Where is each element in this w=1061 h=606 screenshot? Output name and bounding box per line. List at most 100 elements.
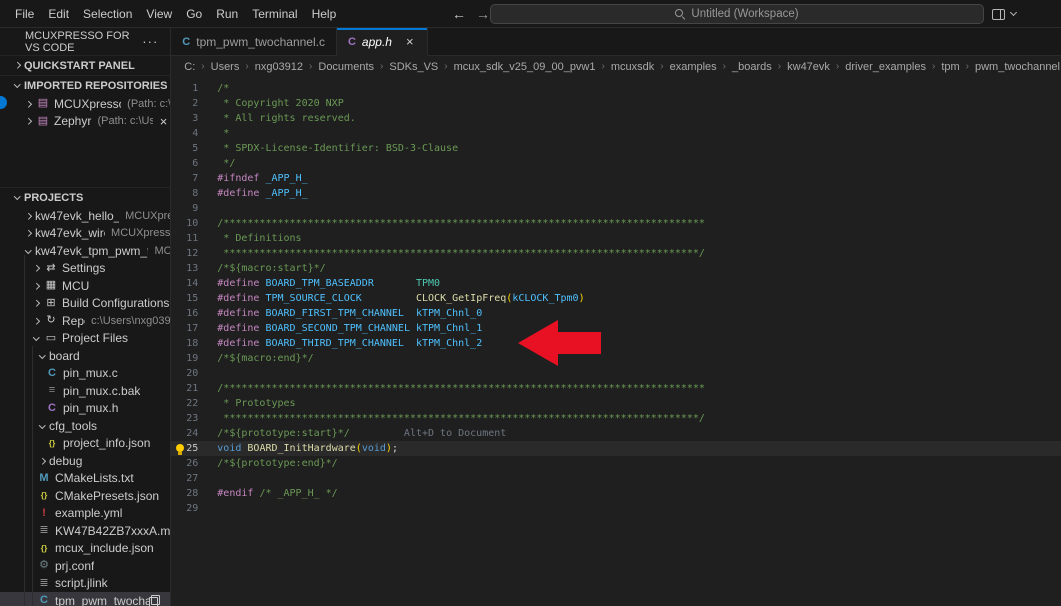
code-line-12[interactable]: 12 *************************************… (171, 246, 1061, 261)
breadcrumb-item[interactable]: kw47evk (786, 61, 831, 73)
tree-item-zephyr-repository[interactable]: ▤Zephyr Repository(Path: c:\Users\nxg039… (0, 113, 170, 131)
code-line-6[interactable]: 6 */ (171, 156, 1061, 171)
menu-item-terminal[interactable]: Terminal (245, 4, 304, 24)
lightbulb-icon[interactable] (176, 444, 184, 452)
breadcrumb-item[interactable]: pwm_twochannel (974, 61, 1061, 73)
tree-item-repository[interactable]: ↻Repositoryc:\Users\nxg03912\Documents\S… (0, 312, 170, 330)
tree-item-prj-conf[interactable]: ⚙prj.conf (0, 557, 170, 575)
code-line-1[interactable]: 1/* (171, 81, 1061, 96)
chevron-down-icon[interactable] (30, 337, 43, 340)
code-line-24[interactable]: 24/*${prototype:start}*/ Alt+D to Docume… (171, 426, 1061, 441)
chevron-down-icon[interactable] (36, 425, 49, 428)
chevron-right-icon[interactable] (22, 102, 35, 107)
menu-item-selection[interactable]: Selection (76, 4, 139, 24)
breadcrumb-item[interactable]: nxg03912 (254, 61, 304, 73)
breadcrumb-item[interactable]: C: (183, 61, 196, 73)
tree-item-build-configurations[interactable]: ⊞Build Configurations (0, 295, 170, 313)
code-line-21[interactable]: 21/*************************************… (171, 381, 1061, 396)
forward-arrow-icon[interactable]: → (476, 6, 490, 22)
breadcrumb-item[interactable]: _boards (731, 61, 773, 73)
tree-item-example-yml[interactable]: !example.yml (0, 505, 170, 523)
tree-item-project-info-json[interactable]: {}project_info.json (0, 435, 170, 453)
tree-item-pin-mux-c-bak[interactable]: ≡pin_mux.c.bak (0, 382, 170, 400)
section-imported-repositories[interactable]: IMPORTED REPOSITORIES (0, 75, 170, 95)
code-line-7[interactable]: 7#ifndef _APP_H_ (171, 171, 1061, 186)
code-line-4[interactable]: 4 * (171, 126, 1061, 141)
chevron-down-icon[interactable] (36, 355, 49, 358)
code-line-18[interactable]: 18#define BOARD_THIRD_TPM_CHANNEL kTPM_C… (171, 336, 1061, 351)
chevron-right-icon[interactable] (11, 63, 24, 68)
code-line-9[interactable]: 9 (171, 201, 1061, 216)
tree-item-board[interactable]: board (0, 347, 170, 365)
tree-item-cfg-tools[interactable]: cfg_tools (0, 417, 170, 435)
code-line-14[interactable]: 14#define BOARD_TPM_BASEADDR TPM0 (171, 276, 1061, 291)
menu-item-file[interactable]: File (8, 4, 41, 24)
tree-item-cmakepresets-json[interactable]: {}CMakePresets.json (0, 487, 170, 505)
breadcrumb-item[interactable]: driver_examples (844, 61, 927, 73)
section-quickstart-panel[interactable]: QUICKSTART PANEL (0, 55, 170, 75)
breadcrumb-item[interactable]: SDKs_VS (388, 61, 439, 73)
code-line-19[interactable]: 19/*${macro:end}*/ (171, 351, 1061, 366)
code-line-22[interactable]: 22 * Prototypes (171, 396, 1061, 411)
chevron-right-icon[interactable] (22, 119, 35, 124)
chevron-down-icon[interactable] (11, 196, 24, 199)
menu-item-go[interactable]: Go (179, 4, 209, 24)
code-line-10[interactable]: 10/*************************************… (171, 216, 1061, 231)
code-line-8[interactable]: 8#define _APP_H_ (171, 186, 1061, 201)
tab-app-h[interactable]: Capp.h× (337, 28, 428, 56)
chevron-right-icon[interactable] (36, 459, 49, 464)
menu-item-run[interactable]: Run (209, 4, 245, 24)
close-icon[interactable]: × (404, 34, 416, 49)
command-center-search[interactable]: Untitled (Workspace) (490, 4, 984, 24)
tree-item-project-files[interactable]: ▭Project Files (0, 330, 170, 348)
chevron-right-icon[interactable] (30, 266, 43, 271)
code-line-5[interactable]: 5 * SPDX-License-Identifier: BSD-3-Claus… (171, 141, 1061, 156)
code-line-20[interactable]: 20 (171, 366, 1061, 381)
more-actions-icon[interactable]: ··· (142, 34, 158, 49)
code-line-3[interactable]: 3 * All rights reserved. (171, 111, 1061, 126)
tree-item-tpm-pwm-twochannel-c[interactable]: Ctpm_pwm_twochannel.c (0, 592, 170, 606)
breadcrumb-item[interactable]: tpm (940, 61, 960, 73)
tree-item-mcu[interactable]: ▦MCU (0, 277, 170, 295)
chevron-right-icon[interactable] (30, 301, 43, 306)
breadcrumb-item[interactable]: mcuxsdk (610, 61, 655, 73)
code-line-25[interactable]: 25void BOARD_InitHardware(void); (171, 441, 1061, 456)
tree-item-mcuxpresso-sdk-repository[interactable]: ▤MCUXpresso SDK Repository(Path: c:\User… (0, 95, 170, 113)
close-icon[interactable]: × (157, 114, 171, 129)
menu-item-edit[interactable]: Edit (41, 4, 76, 24)
code-line-16[interactable]: 16#define BOARD_FIRST_TPM_CHANNEL kTPM_C… (171, 306, 1061, 321)
code-line-26[interactable]: 26/*${prototype:end}*/ (171, 456, 1061, 471)
chevron-down-icon[interactable] (11, 84, 24, 87)
menu-item-view[interactable]: View (139, 4, 179, 24)
chevron-down-icon[interactable] (1010, 9, 1017, 16)
code-line-11[interactable]: 11 * Definitions (171, 231, 1061, 246)
tree-item-kw47evk-tpm-pwm-twochannel-cm33-core0[interactable]: kw47evk_tpm_pwm_twochannel_cm33_core0MCU… (0, 242, 170, 260)
breadcrumb-item[interactable]: mcux_sdk_v25_09_00_pvw1 (453, 61, 597, 73)
menu-item-help[interactable]: Help (305, 4, 344, 24)
code-editor[interactable]: 1/*2 * Copyright 2020 NXP3 * All rights … (171, 77, 1061, 606)
copy-path-icon[interactable] (149, 595, 160, 606)
tree-item-kw47evk-hello-world-cm33-core0[interactable]: kw47evk_hello_world_cm33_core0MCUXpresso… (0, 207, 170, 225)
code-line-23[interactable]: 23 *************************************… (171, 411, 1061, 426)
breadcrumb-item[interactable]: examples (669, 61, 718, 73)
code-line-15[interactable]: 15#define TPM_SOURCE_CLOCK CLOCK_GetIpFr… (171, 291, 1061, 306)
tab-tpm-pwm-twochannel-c[interactable]: Ctpm_pwm_twochannel.c (171, 28, 337, 55)
tree-item-debug[interactable]: debug (0, 452, 170, 470)
code-line-28[interactable]: 28#endif /* _APP_H_ */ (171, 486, 1061, 501)
code-line-17[interactable]: 17#define BOARD_SECOND_TPM_CHANNEL kTPM_… (171, 321, 1061, 336)
tree-item-mcux-include-json[interactable]: {}mcux_include.json (0, 540, 170, 558)
tree-item-pin-mux-h[interactable]: Cpin_mux.h (0, 400, 170, 418)
section-projects[interactable]: PROJECTS (0, 187, 170, 207)
tree-item-kw47evk-wireless-uart-bm[interactable]: kw47evk_wireless_uart_bmMCUXpresso SDK 2… (0, 225, 170, 243)
tree-item-script-jlink[interactable]: ≣script.jlink (0, 575, 170, 593)
chevron-right-icon[interactable] (22, 231, 35, 236)
tree-item-settings[interactable]: ⇄Settings (0, 260, 170, 278)
chevron-right-icon[interactable] (30, 319, 43, 324)
code-line-2[interactable]: 2 * Copyright 2020 NXP (171, 96, 1061, 111)
tree-item-kw47b42zb7xxxa-mex[interactable]: ≣KW47B42ZB7xxxA.mex (0, 522, 170, 540)
code-line-29[interactable]: 29 (171, 501, 1061, 516)
code-line-13[interactable]: 13/*${macro:start}*/ (171, 261, 1061, 276)
chevron-down-icon[interactable] (22, 250, 35, 253)
code-line-27[interactable]: 27 (171, 471, 1061, 486)
back-arrow-icon[interactable]: ← (452, 6, 466, 22)
